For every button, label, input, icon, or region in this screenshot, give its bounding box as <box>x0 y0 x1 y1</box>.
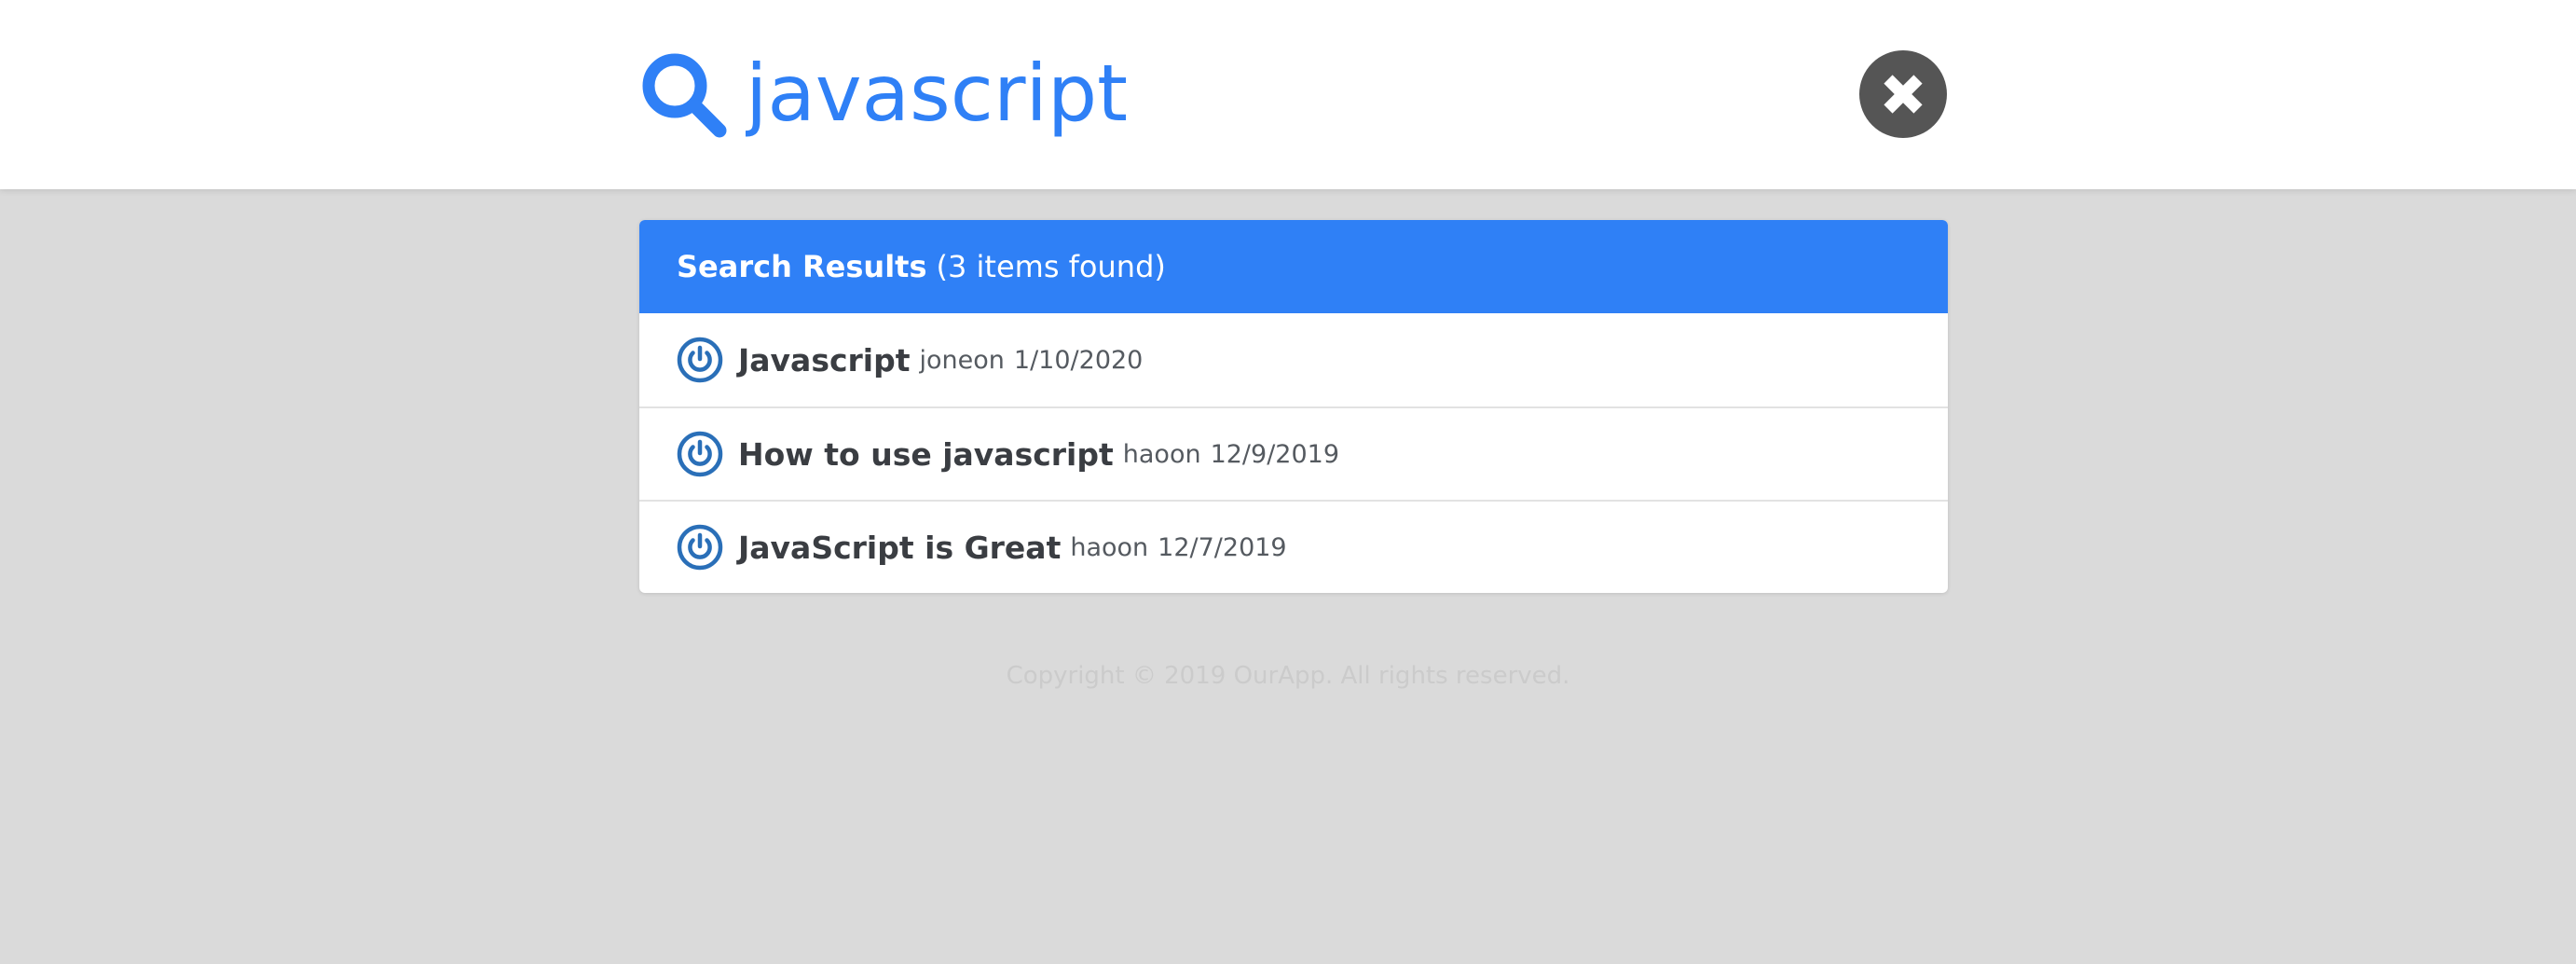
list-item[interactable]: How to use javascript haoon 12/9/2019 <box>639 406 1948 500</box>
list-item-title: JavaScript is Great <box>738 529 1062 566</box>
list-item-author: joneon <box>919 345 1005 375</box>
list-item-title: How to use javascript <box>738 435 1114 473</box>
search-input[interactable] <box>746 37 1817 149</box>
list-item[interactable]: JavaScript is Great haoon 12/7/2019 <box>639 500 1948 593</box>
power-icon <box>677 431 723 477</box>
close-button[interactable] <box>1859 50 1947 138</box>
list-item-date: 12/7/2019 <box>1158 532 1287 562</box>
search-overlay-top <box>0 0 2576 189</box>
list-item-author: haoon <box>1070 532 1149 562</box>
power-icon <box>677 524 723 571</box>
close-icon <box>1884 75 1923 114</box>
footer-copyright: Copyright © 2019 OurApp. All rights rese… <box>1006 662 1570 690</box>
search-results-panel: Search Results (3 items found) Javascrip… <box>639 220 1948 593</box>
list-item-date: 12/9/2019 <box>1210 439 1340 469</box>
search-results-count: (3 items found) <box>936 249 1166 284</box>
list-item[interactable]: Javascript joneon 1/10/2020 <box>639 313 1948 406</box>
list-item-date: 1/10/2020 <box>1013 345 1144 375</box>
list-item-author: haoon <box>1122 439 1201 469</box>
list-item-title: Javascript <box>738 341 911 379</box>
search-icon <box>642 53 727 138</box>
power-icon <box>677 337 723 383</box>
search-results-title: Search Results <box>677 249 927 284</box>
search-results-header: Search Results (3 items found) <box>639 220 1948 313</box>
